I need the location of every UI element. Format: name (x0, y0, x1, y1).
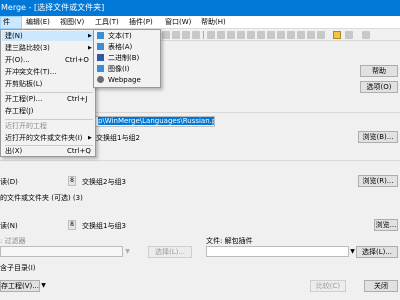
compare-icon[interactable] (307, 31, 315, 39)
unpacker-input[interactable] (206, 246, 349, 257)
new-submenu: 文本(T) 表格(A) 二进制(B) 图像(I) Webpage (93, 29, 161, 88)
toolbar-separator (203, 31, 204, 39)
submenu-arrow-icon: ▶ (88, 135, 92, 141)
help-button[interactable]: 帮助 (360, 65, 398, 77)
swap12-label[interactable]: 交换组1与组2 (96, 133, 140, 143)
menu-item-open-project[interactable]: 开工程(P)... Ctrl+J (2, 94, 96, 104)
location-icon[interactable] (317, 31, 325, 39)
path-input-text: p\WinMerge\Languages\Russian.po (98, 117, 214, 125)
menu-shortcut-open: Ctrl+O (65, 56, 89, 64)
menu-item-open-conflict-label: 开冲突文件(T)... (5, 68, 57, 76)
menu-item-open-clipboard-label: 开剪贴板(L) (5, 80, 43, 88)
save-project-button[interactable]: 存工程(V)... (0, 280, 40, 292)
nav-prev-icon[interactable] (172, 31, 180, 39)
menu-item-recent-projects: 近打开的工程 (2, 121, 96, 131)
menu-view[interactable]: 视图(V) (58, 16, 86, 29)
nav-next-icon[interactable] (182, 31, 190, 39)
menu-item-save-project-label: 存工程(J) (5, 107, 34, 115)
filter-label: : 过滤器 (0, 237, 26, 245)
menu-separator (5, 92, 93, 93)
edit-icon[interactable] (333, 31, 341, 39)
section-n-label: 读(N) (0, 222, 18, 230)
filter-dropdown-icon[interactable]: ▼ (124, 247, 131, 256)
toolbar-extra-icon[interactable] (362, 31, 370, 39)
compare-button[interactable]: 比较(C) (310, 280, 346, 292)
menu-item-recent-projects-label: 近打开的工程 (5, 122, 47, 130)
menu-item-recent-files[interactable]: 近打开的文件或文件夹(I) ▶ (2, 133, 96, 143)
menu-item-open[interactable]: 开(O)... Ctrl+O (2, 55, 96, 65)
submenu-arrow-icon: ▶ (88, 45, 92, 51)
menu-window[interactable]: 窗口(W) (163, 16, 193, 29)
submenu-item-image[interactable]: 图像(I) (95, 64, 161, 74)
menu-item-open-clipboard[interactable]: 开剪贴板(L) (2, 79, 96, 89)
menu-edit[interactable]: 编辑(E) (24, 16, 52, 29)
image-icon (97, 65, 104, 72)
folder-optional-label: 的文件或文件夹 (可选) (3) (0, 194, 83, 202)
save-project-dropdown-icon[interactable]: ▼ (40, 281, 47, 290)
separator-line (0, 160, 400, 161)
submenu-item-text[interactable]: 文本(T) (95, 31, 161, 41)
refresh-icon[interactable] (297, 31, 305, 39)
menu-item-new-label: 建(N) (5, 32, 23, 40)
menu-item-new-3way-label: 建三路比较(3) (5, 44, 50, 52)
browse-button[interactable]: 浏览(B)... (358, 131, 398, 143)
unpacker-label: 文件: 解包插件 (206, 237, 253, 245)
menu-item-open-label: 开(O)... (5, 56, 30, 64)
menu-item-recent-files-label: 近打开的文件或文件夹(I) (5, 134, 83, 142)
conflict-icon[interactable] (287, 31, 295, 39)
menu-shortcut-exit: Ctrl+Q (67, 147, 91, 155)
filter-input[interactable] (0, 246, 123, 257)
select-filter-button[interactable]: 选择(L)... (148, 246, 192, 258)
menu-help[interactable]: 帮助(H) (199, 16, 228, 29)
swap13-label[interactable]: 交换组1与组3 (82, 221, 126, 231)
submenu-arrow-icon: ▶ (88, 33, 92, 39)
table-icon (97, 43, 104, 50)
binary-icon (97, 54, 104, 61)
menu-plugins[interactable]: 插件(P) (127, 16, 155, 29)
menu-item-save-project[interactable]: 存工程(J) (2, 106, 96, 116)
merge-all-icon[interactable] (277, 31, 285, 39)
browse-button-3[interactable]: 浏览... (374, 219, 398, 231)
menu-item-open-conflict[interactable]: 开冲突文件(T)... (2, 67, 96, 77)
section-d-label: 读(D) (0, 178, 18, 186)
browse-button-2[interactable]: 浏览(R)... (358, 175, 398, 187)
submenu-item-webpage[interactable]: Webpage (95, 75, 161, 85)
menu-bar: 件 编辑(E) 视图(V) 工具(T) 插件(P) 窗口(W) 帮助(H) (0, 16, 400, 29)
menu-item-new[interactable]: 建(N) ▶ (2, 31, 96, 41)
merge-down-icon[interactable] (257, 31, 265, 39)
include-subfolders-label[interactable]: 含子目录(I) (0, 263, 36, 273)
webpage-icon (97, 76, 104, 83)
unpacker-dropdown-icon[interactable]: ▼ (349, 247, 356, 256)
menu-item-exit[interactable]: 出(X) Ctrl+Q (2, 146, 96, 156)
swap-number-1: 8 (68, 176, 76, 186)
path-input[interactable]: p\WinMerge\Languages\Russian.po (95, 116, 215, 127)
swap23-label[interactable]: 交换组2与组3 (82, 177, 126, 187)
menu-tools[interactable]: 工具(T) (93, 16, 121, 29)
close-button[interactable]: 关闭 (364, 280, 398, 292)
nav-last-icon[interactable] (192, 31, 200, 39)
copy-left-icon[interactable] (207, 31, 215, 39)
select-unpacker-button[interactable]: 选择(L)... (356, 246, 398, 258)
menu-file[interactable]: 件 (0, 16, 22, 29)
options-button[interactable]: 选项(O) (360, 81, 398, 93)
submenu-item-table[interactable]: 表格(A) (95, 42, 161, 52)
menu-item-new-3way[interactable]: 建三路比较(3) ▶ (2, 43, 96, 53)
options-icon[interactable] (345, 31, 353, 39)
menu-shortcut-project: Ctrl+J (67, 95, 88, 103)
merge-icon[interactable] (247, 31, 255, 39)
swap-number-2: 8 (68, 220, 76, 230)
menu-separator (5, 119, 93, 120)
menu-item-open-project-label: 开工程(P)... (5, 95, 43, 103)
window-title: Merge - [选择文件或文件夹] (0, 0, 400, 16)
copy-all-right-icon[interactable] (237, 31, 245, 39)
file-menu: 建(N) ▶ 建三路比较(3) ▶ 开(O)... Ctrl+O 开冲突文件(T… (0, 29, 96, 157)
copy-right-icon[interactable] (217, 31, 225, 39)
nav-first-icon[interactable] (162, 31, 170, 39)
submenu-item-binary[interactable]: 二进制(B) (95, 53, 161, 63)
copy-all-left-icon[interactable] (227, 31, 235, 39)
text-icon (97, 32, 104, 39)
menu-item-exit-label: 出(X) (5, 147, 23, 155)
merge-up-icon[interactable] (267, 31, 275, 39)
